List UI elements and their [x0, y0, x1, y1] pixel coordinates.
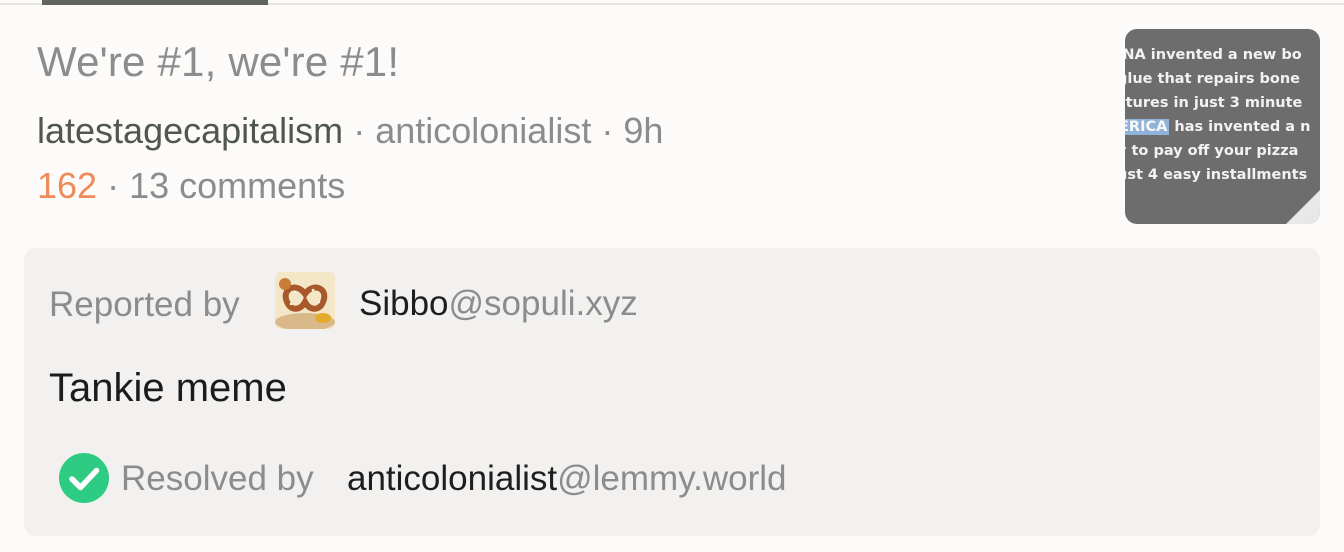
check-circle-icon — [59, 453, 109, 503]
comments-link[interactable]: 13 comments — [129, 165, 345, 206]
thumbnail-meme-text: INA invented a new bo glue that repairs … — [1125, 43, 1320, 187]
thumbnail-corner-fold — [1286, 190, 1320, 224]
resolver-name: anticolonialist — [347, 459, 558, 498]
resolved-by-label: Resolved by — [121, 459, 314, 498]
active-tab-indicator — [42, 0, 268, 5]
reporter-instance: @sopuli.xyz — [448, 284, 638, 323]
post-title[interactable]: We're #1, we're #1! — [37, 38, 399, 86]
community-link[interactable]: latestagecapitalism — [37, 110, 343, 151]
meta-separator: · — [601, 110, 614, 151]
post-author-link[interactable]: anticolonialist — [375, 110, 591, 151]
meta-separator: · — [353, 110, 366, 151]
reporter-link[interactable]: Sibbo@sopuli.xyz — [359, 284, 638, 324]
report-reason: Tankie meme — [49, 366, 287, 410]
post-thumbnail[interactable]: INA invented a new bo glue that repairs … — [1125, 29, 1320, 224]
reporter-avatar[interactable] — [275, 272, 335, 329]
resolver-instance: @lemmy.world — [557, 459, 787, 498]
reported-by-label: Reported by — [49, 285, 240, 324]
report-list-item: We're #1, we're #1! latestagecapitalism … — [0, 0, 1344, 552]
post-meta: latestagecapitalism · anticolonialist · … — [37, 110, 663, 152]
post-stats: 162 · 13 comments — [37, 165, 345, 207]
pretzel-avatar-icon — [275, 272, 335, 329]
post-score: 162 — [37, 165, 98, 206]
stats-separator: · — [107, 165, 120, 206]
post-age: 9h — [623, 110, 664, 151]
report-card: Reported by Sibbo@sopuli.xyz Tankie meme… — [24, 248, 1320, 536]
reporter-name: Sibbo — [359, 284, 449, 323]
resolver-link[interactable]: anticolonialist@lemmy.world — [347, 459, 786, 499]
